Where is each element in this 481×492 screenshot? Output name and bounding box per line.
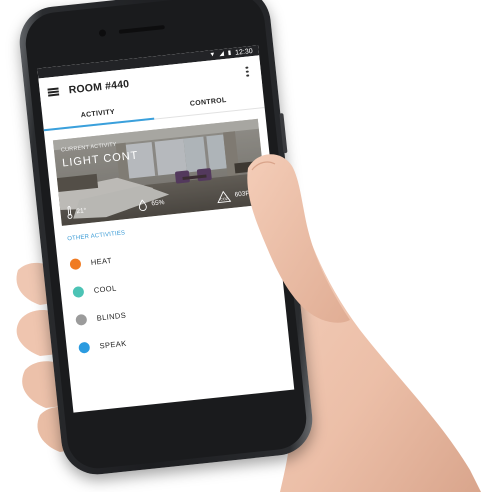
activity-label: BLINDS (96, 310, 127, 323)
temperature-stat: 21° (66, 204, 87, 219)
humidity-value: 65% (151, 199, 165, 208)
hamburger-menu-icon[interactable] (47, 87, 60, 97)
co2-icon: CO2 (217, 190, 232, 203)
battery-icon: ▮ (227, 50, 232, 57)
co2-value: 603PPM (234, 189, 260, 199)
cool-color-dot (72, 285, 85, 298)
status-time: 12:30 (234, 47, 254, 57)
phone-screen: ▼ ◢ ▮ 12:30 ROOM #440 ACTIVITY CONTROL C… (37, 45, 295, 413)
signal-icon: ◢ (219, 50, 225, 58)
phone-device: ▼ ◢ ▮ 12:30 ROOM #440 ACTIVITY CONTROL C… (16, 0, 316, 478)
thermometer-icon (67, 206, 73, 219)
humidity-stat: 65% (138, 197, 165, 212)
temperature-value: 21° (76, 207, 87, 216)
blinds-color-dot (75, 313, 88, 326)
svg-text:CO2: CO2 (220, 196, 228, 201)
activity-label: HEAT (90, 255, 113, 267)
activity-label: SPEAK (99, 338, 127, 351)
wifi-icon: ▼ (209, 51, 216, 59)
activity-label: COOL (93, 283, 117, 295)
more-vert-icon[interactable] (245, 66, 249, 78)
water-drop-icon (139, 198, 148, 211)
current-activity-card[interactable]: CURRENT ACTIVITY LIGHT CONT 21° 65% CO2 … (52, 118, 267, 226)
scene: ▼ ◢ ▮ 12:30 ROOM #440 ACTIVITY CONTROL C… (0, 0, 481, 492)
phone-mockup-wrapper: ▼ ◢ ▮ 12:30 ROOM #440 ACTIVITY CONTROL C… (0, 0, 481, 492)
heat-color-dot (69, 257, 82, 270)
activity-list: HEAT COOL BLINDS SPEAK (57, 228, 289, 363)
speak-color-dot (78, 341, 91, 354)
